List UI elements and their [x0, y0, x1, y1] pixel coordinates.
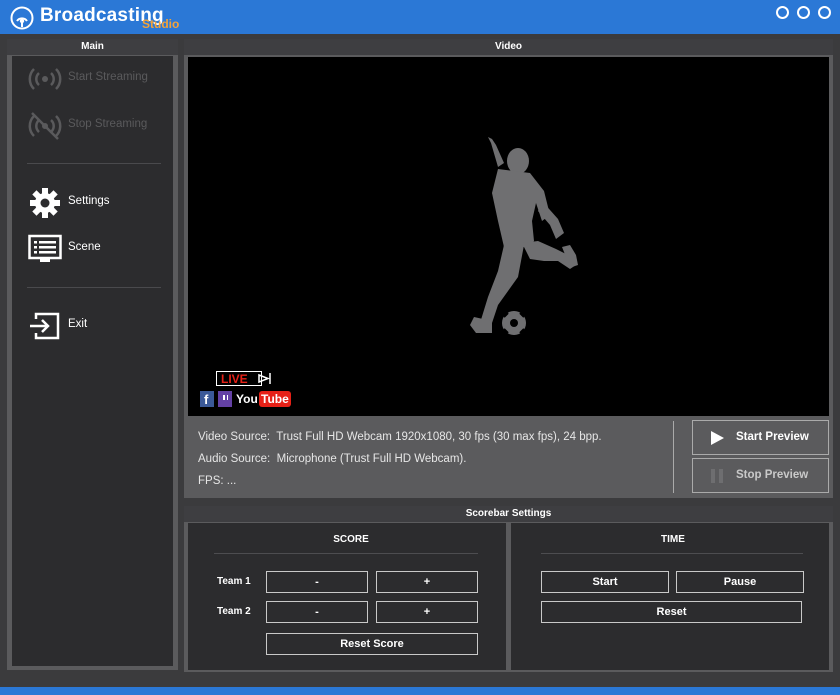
fps-line: FPS: ... [198, 475, 236, 487]
live-label: LIVE [221, 372, 248, 386]
time-divider [541, 553, 803, 554]
stop-streaming-label: Stop Streaming [68, 118, 148, 130]
video-source-value: Trust Full HD Webcam 1920x1080, 30 fps (… [276, 431, 602, 443]
audio-source-line: Audio Source: Microphone (Trust Full HD … [198, 453, 466, 465]
app-subtitle: Studio [142, 17, 180, 31]
bottom-bar [0, 687, 840, 695]
team1-minus-button[interactable]: - [266, 571, 368, 593]
sidebar-divider [27, 163, 161, 164]
broadcast-icon [28, 68, 62, 90]
time-start-button[interactable]: Start [541, 571, 669, 593]
close-button[interactable] [818, 6, 831, 19]
stop-preview-button[interactable]: Stop Preview [692, 458, 829, 493]
team2-plus-button[interactable]: + [376, 601, 478, 623]
video-preview: LIVE f You Tube [188, 57, 829, 416]
video-source-label: Video Source: [198, 431, 271, 443]
settings-button[interactable]: Settings [12, 183, 173, 223]
camera-icon [258, 373, 271, 384]
team2-minus-button[interactable]: - [266, 601, 368, 623]
twitch-icon [218, 391, 232, 407]
team1-label: Team 1 [217, 576, 251, 587]
broadcast-off-icon [28, 112, 62, 140]
play-icon [711, 431, 724, 445]
sidebar-header: Main [7, 39, 178, 55]
gear-icon [30, 188, 60, 218]
team2-label: Team 2 [217, 606, 251, 617]
youtube-you-label: You [236, 392, 258, 406]
exit-icon [30, 312, 60, 340]
live-badge: LIVE [216, 371, 262, 386]
audio-source-label: Audio Source: [198, 453, 271, 465]
scorebar-header: Scorebar Settings [184, 506, 833, 522]
title-bar: Broadcasting Studio [0, 0, 840, 34]
video-header: Video [184, 39, 833, 55]
time-reset-button[interactable]: Reset [541, 601, 802, 623]
pause-icon [711, 469, 723, 483]
start-streaming-label: Start Streaming [68, 71, 148, 83]
audio-source-value: Microphone (Trust Full HD Webcam). [276, 453, 467, 465]
start-streaming-button[interactable]: Start Streaming [12, 59, 173, 99]
sidebar-divider [27, 287, 161, 288]
fps-label: FPS: [198, 475, 224, 487]
scene-button[interactable]: Scene [12, 229, 173, 269]
social-overlay: LIVE f You Tube [198, 369, 298, 411]
broadcast-logo-icon [10, 6, 34, 30]
info-separator [673, 421, 674, 493]
scene-list-icon [28, 234, 62, 262]
scorebar-panel: Scorebar Settings SCORE Team 1 - + Team … [184, 506, 833, 672]
exit-label: Exit [68, 318, 88, 330]
time-section: TIME Start Pause Reset [511, 523, 829, 670]
sidebar-menu: Start Streaming Stop Streaming Settings … [12, 56, 173, 666]
soccer-player-silhouette [470, 137, 578, 335]
youtube-tube-label: Tube [259, 391, 291, 407]
start-preview-button[interactable]: Start Preview [692, 420, 829, 455]
facebook-icon: f [200, 391, 214, 407]
video-panel: Video LIVE f You Tube Video Source: Trus… [184, 39, 833, 498]
score-divider [214, 553, 478, 554]
time-title: TIME [661, 534, 685, 545]
video-source-line: Video Source: Trust Full HD Webcam 1920x… [198, 431, 602, 443]
minimize-button[interactable] [776, 6, 789, 19]
scene-label: Scene [68, 241, 101, 253]
team1-plus-button[interactable]: + [376, 571, 478, 593]
stop-preview-label: Stop Preview [736, 469, 809, 481]
main-sidebar: Main Start Streaming Stop Streaming Sett… [7, 39, 178, 670]
score-section: SCORE Team 1 - + Team 2 - + Reset Score [188, 523, 506, 670]
start-preview-label: Start Preview [736, 431, 809, 443]
settings-label: Settings [68, 195, 110, 207]
fps-value: ... [226, 475, 237, 487]
time-pause-button[interactable]: Pause [676, 571, 804, 593]
maximize-button[interactable] [797, 6, 810, 19]
exit-button[interactable]: Exit [12, 306, 173, 346]
score-title: SCORE [333, 534, 369, 545]
stop-streaming-button[interactable]: Stop Streaming [12, 106, 173, 146]
reset-score-button[interactable]: Reset Score [266, 633, 478, 655]
